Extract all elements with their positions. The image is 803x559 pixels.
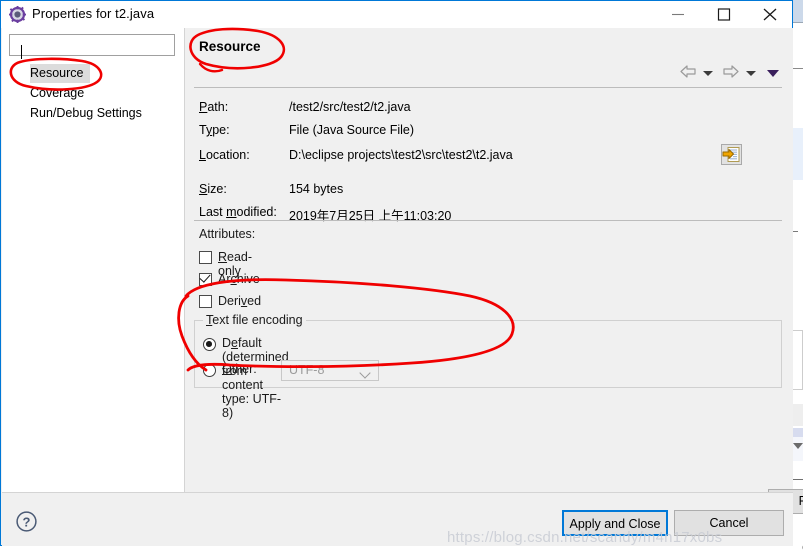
watermark-text: https://blog.csdn.net/scandy/m4n17x0bs	[447, 529, 723, 546]
svg-text:?: ?	[23, 514, 31, 529]
forward-history-chevron-down-icon[interactable]	[745, 70, 756, 76]
background-scroll-down-icon	[793, 443, 803, 449]
field-label-path: Path:	[199, 100, 229, 114]
field-value-last-modified: 2019年7月25日 上午11:03:20	[289, 209, 452, 223]
help-icon[interactable]: ?	[15, 510, 38, 533]
field-label-last-modified: Last modified:	[199, 205, 277, 219]
check-icon	[199, 271, 211, 283]
minimize-button[interactable]	[655, 1, 701, 28]
tree-row: Resource	[2, 64, 184, 84]
page-navigation	[679, 64, 785, 86]
radio-label: Default (determined from content type: U…	[222, 336, 289, 420]
sidebar-item-coverage[interactable]: Coverage	[2, 84, 184, 103]
radio-circle	[203, 338, 216, 351]
field-label-location: Location:	[199, 148, 250, 162]
field-label-size: Size:	[199, 182, 227, 196]
page-title: Resource	[199, 39, 261, 54]
field-label-type: Type:	[199, 123, 230, 137]
radio-dot	[206, 341, 212, 347]
settings-tree: Resource Coverage Run/Debug Settings	[2, 64, 184, 124]
checkbox-box	[199, 295, 212, 308]
tree-row: Coverage	[2, 84, 184, 104]
encoding-select[interactable]: UTF-8	[281, 360, 379, 381]
text-caret	[21, 45, 22, 59]
field-value-size: 154 bytes	[289, 182, 344, 196]
attributes-divider	[194, 220, 782, 221]
view-menu-chevron-down-icon[interactable]	[767, 69, 779, 77]
resource-page: Resource Path: /test2/src/test2/t2.java …	[185, 28, 803, 554]
title-bar: Properties for t2.java	[1, 1, 792, 28]
checkbox-label: Archive	[218, 272, 260, 286]
radio-circle	[203, 364, 216, 377]
field-value-type: File (Java Source File)	[289, 123, 415, 137]
sidebar-item-resource[interactable]: Resource	[30, 64, 90, 83]
text-file-encoding-legend: Text file encoding	[203, 313, 306, 327]
window-title: Properties for t2.java	[32, 6, 155, 21]
title-divider	[194, 87, 782, 88]
forward-arrow-icon[interactable]	[722, 64, 740, 82]
properties-dialog: Properties for t2.java Resource Coverage	[0, 0, 803, 554]
tree-row: Run/Debug Settings	[2, 104, 184, 124]
close-button[interactable]	[747, 1, 793, 28]
settings-tree-pane: Resource Coverage Run/Debug Settings	[2, 28, 185, 492]
radio-label: Other:	[222, 362, 257, 376]
chevron-down-icon	[359, 367, 371, 379]
maximize-button[interactable]	[701, 1, 747, 28]
back-history-chevron-down-icon[interactable]	[702, 70, 713, 76]
back-arrow-icon[interactable]	[679, 64, 697, 82]
field-value-location: D:\eclipse projects\test2\src\test2\t2.j…	[289, 148, 513, 162]
checkbox-box	[199, 271, 212, 286]
encoding-select-value: UTF-8	[289, 363, 325, 377]
field-value-path: /test2/src/test2/t2.java	[289, 100, 411, 114]
show-in-system-explorer-button[interactable]	[721, 144, 742, 165]
sidebar-item-run-debug-settings[interactable]: Run/Debug Settings	[2, 104, 184, 123]
checkbox-label: Derived	[218, 294, 262, 308]
filter-input[interactable]	[9, 34, 175, 59]
attributes-label: Attributes:	[199, 227, 256, 241]
checkbox-box	[199, 251, 212, 264]
properties-gear-icon	[9, 6, 26, 23]
